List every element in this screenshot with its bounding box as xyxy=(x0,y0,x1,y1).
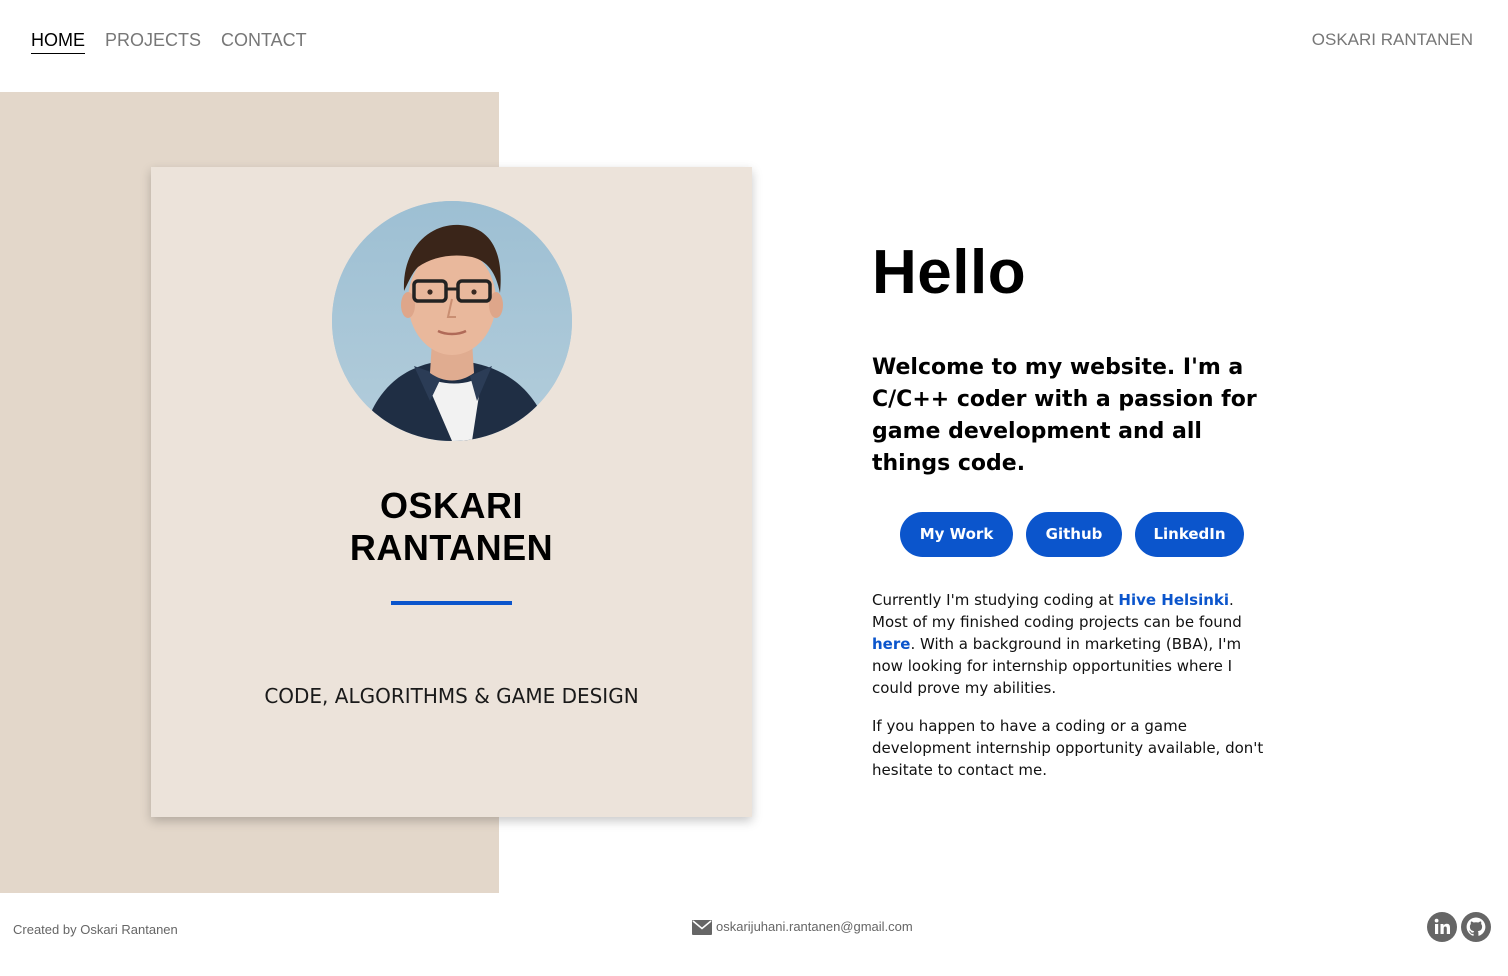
footer-email-text: oskarijuhani.rantanen@gmail.com xyxy=(716,919,913,934)
my-work-button[interactable]: My Work xyxy=(900,512,1013,557)
intro-paragraph: Currently I'm studying coding at Hive He… xyxy=(872,589,1272,699)
nav-links: HOME PROJECTS CONTACT xyxy=(31,29,307,54)
footer-email-link[interactable]: oskarijuhani.rantanen@gmail.com xyxy=(692,919,913,935)
contact-paragraph: If you happen to have a coding or a game… xyxy=(872,717,1264,779)
avatar xyxy=(332,201,572,441)
card-name: OSKARI RANTANEN xyxy=(151,485,752,569)
card-name-first: OSKARI xyxy=(379,485,523,526)
linkedin-button[interactable]: LinkedIn xyxy=(1135,512,1244,557)
site-brand[interactable]: OSKARI RANTANEN xyxy=(1312,30,1473,50)
nav-contact-link[interactable]: CONTACT xyxy=(221,29,307,54)
welcome-text: Welcome to my website. I'm a C/C++ coder… xyxy=(872,355,1257,476)
github-icon[interactable] xyxy=(1461,912,1491,942)
footer-social xyxy=(1427,912,1491,942)
profile-card: OSKARI RANTANEN CODE, ALGORITHMS & GAME … xyxy=(151,167,752,817)
hive-helsinki-link[interactable]: Hive Helsinki xyxy=(1118,591,1229,609)
para1-text-a: Currently I'm studying coding at xyxy=(872,591,1119,609)
nav-home-link[interactable]: HOME xyxy=(31,29,85,54)
envelope-icon xyxy=(692,919,712,935)
card-tagline: CODE, ALGORITHMS & GAME DESIGN xyxy=(264,684,639,708)
top-nav: HOME PROJECTS CONTACT OSKARI RANTANEN xyxy=(0,0,1508,92)
action-buttons: My Work Github LinkedIn xyxy=(900,512,1244,557)
footer-credit: Created by Oskari Rantanen xyxy=(13,922,178,937)
card-name-last: RANTANEN xyxy=(349,527,554,568)
nav-projects-link[interactable]: PROJECTS xyxy=(105,29,201,54)
linkedin-icon[interactable] xyxy=(1427,912,1457,942)
hello-heading: Hello xyxy=(872,238,1027,307)
profile-photo xyxy=(332,201,572,441)
github-button[interactable]: Github xyxy=(1026,512,1122,557)
para1-text-c: . With a background in marketing (BBA), … xyxy=(872,635,1242,697)
projects-here-link[interactable]: here xyxy=(872,635,910,653)
card-divider xyxy=(391,601,512,605)
